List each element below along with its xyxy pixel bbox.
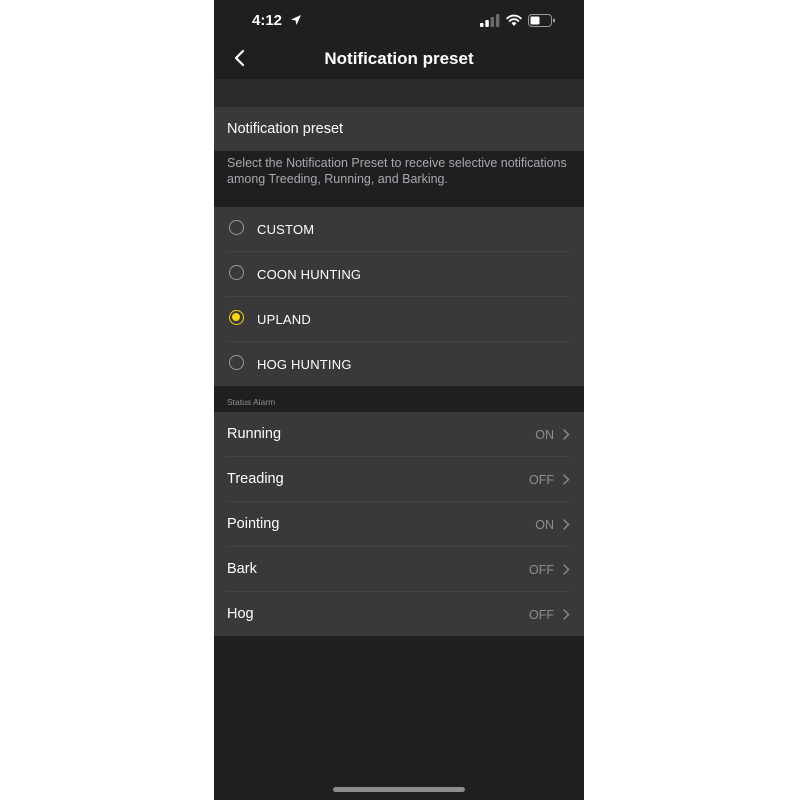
chevron-right-icon [563, 474, 570, 485]
preset-label: HOG HUNTING [257, 357, 352, 372]
battery-icon [528, 14, 555, 27]
status-alarm-caption: Status Alarm [227, 397, 276, 407]
alarm-value: OFF [529, 608, 554, 622]
radio-selected-icon[interactable] [229, 310, 244, 325]
navigation-bar: Notification preset [214, 38, 584, 78]
section-title: Notification preset [227, 121, 344, 137]
preset-label: COON HUNTING [257, 267, 362, 282]
preset-label: UPLAND [257, 312, 311, 327]
chevron-right-icon [563, 609, 570, 620]
alarm-row-hog[interactable]: Hog OFF [214, 592, 584, 637]
alarm-row-bark[interactable]: Bark OFF [214, 547, 584, 592]
preset-option-coon-hunting[interactable]: COON HUNTING [214, 252, 584, 297]
chevron-right-icon [563, 429, 570, 440]
alarm-value: OFF [529, 473, 554, 487]
wifi-icon [506, 14, 522, 26]
preset-option-upland[interactable]: UPLAND [214, 297, 584, 342]
alarm-value: ON [535, 518, 554, 532]
radio-unselected-icon[interactable] [229, 355, 244, 370]
chevron-right-icon [563, 564, 570, 575]
alarm-row-pointing[interactable]: Pointing ON [214, 502, 584, 547]
alarm-label: Bark [227, 561, 257, 577]
preset-option-custom[interactable]: CUSTOM [214, 207, 584, 252]
preset-option-hog-hunting[interactable]: HOG HUNTING [214, 342, 584, 387]
alarm-label: Pointing [227, 516, 280, 532]
alarm-label: Treading [227, 471, 284, 487]
header-spacer [214, 79, 584, 107]
alarm-label: Running [227, 426, 282, 442]
cellular-signal-icon [480, 14, 500, 27]
status-time: 4:12 [252, 12, 283, 29]
location-arrow-icon [291, 15, 301, 25]
section-header: Notification preset [214, 107, 584, 151]
status-alarm-list: Running ON Treading OFF Pointing ON Bark… [214, 412, 584, 636]
alarm-label: Hog [227, 606, 254, 622]
preset-list: CUSTOM COON HUNTING UPLAND HOG HUNTING [214, 207, 584, 386]
phone-screen: 4:12 Notification preset Notification pr [214, 0, 584, 800]
alarm-row-running[interactable]: Running ON [214, 412, 584, 457]
section-description: Select the Notification Preset to receiv… [227, 156, 567, 186]
home-indicator[interactable] [333, 787, 465, 792]
alarm-value: OFF [529, 563, 554, 577]
alarm-value: ON [535, 428, 554, 442]
radio-unselected-icon[interactable] [229, 265, 244, 280]
alarm-row-treading[interactable]: Treading OFF [214, 457, 584, 502]
page-title: Notification preset [324, 49, 474, 68]
radio-unselected-icon[interactable] [229, 220, 244, 235]
chevron-right-icon [563, 519, 570, 530]
preset-label: CUSTOM [257, 222, 315, 237]
